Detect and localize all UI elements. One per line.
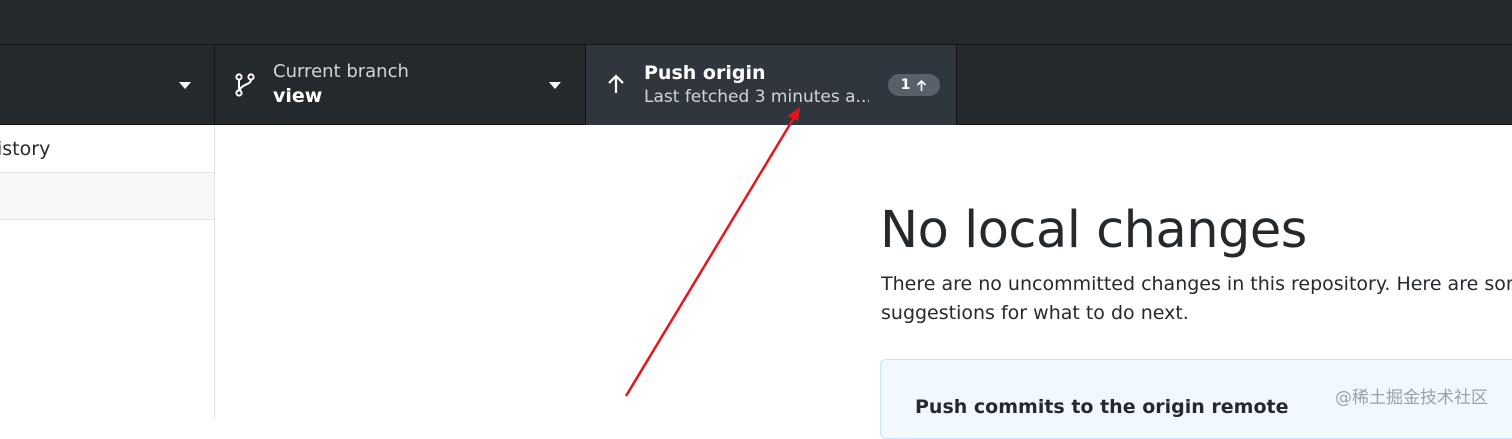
arrow-up-icon — [917, 79, 927, 91]
current-branch-label: Current branch — [273, 61, 409, 82]
arrow-up-icon — [608, 74, 624, 93]
caret-down-icon — [179, 82, 191, 89]
last-fetched-text: Last fetched 3 minutes a... — [644, 87, 869, 107]
current-branch-button[interactable]: Current branch view — [215, 45, 586, 125]
push-origin-title: Push origin — [644, 62, 766, 84]
page-title: No local changes — [880, 201, 1307, 260]
tab-history[interactable]: istory — [0, 125, 214, 173]
sidebar: istory — [0, 125, 215, 419]
toolbar: Current branch view Push origin Last fet… — [0, 44, 1512, 125]
git-branch-icon — [235, 73, 255, 97]
ahead-count: 1 — [900, 77, 911, 93]
current-branch-name: view — [273, 85, 323, 107]
watermark: @稀土掘金技术社区 — [1335, 388, 1488, 408]
push-origin-button[interactable]: Push origin Last fetched 3 minutes a... … — [586, 45, 957, 125]
caret-down-icon — [549, 82, 561, 89]
tab-history-label: istory — [0, 138, 51, 160]
page-description: There are no uncommitted changes in this… — [881, 273, 1512, 324]
main-content: No local changes There are no uncommitte… — [216, 125, 1512, 439]
title-bar — [0, 0, 1512, 44]
ahead-count-badge: 1 — [888, 74, 940, 96]
sidebar-filter-row[interactable] — [0, 173, 214, 220]
current-repository-button[interactable] — [0, 45, 215, 125]
suggestion-title: Push commits to the origin remote — [915, 396, 1289, 418]
